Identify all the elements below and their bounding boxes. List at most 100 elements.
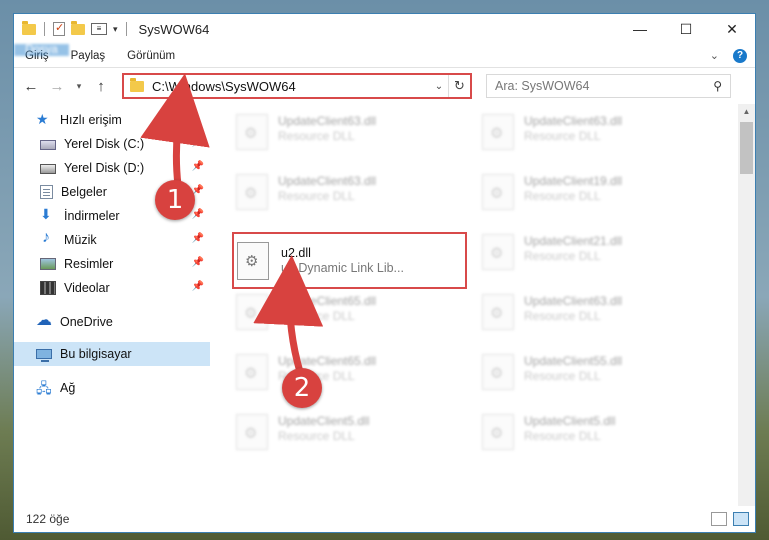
vertical-scrollbar[interactable]: ▲	[738, 104, 755, 506]
music-icon	[40, 229, 56, 247]
scroll-up-icon[interactable]: ▲	[738, 104, 755, 120]
file-name: UpdateClient65.dll	[278, 354, 377, 368]
list-item[interactable]: UpdateClient5.dll Resource DLL	[236, 414, 369, 450]
dll-file-icon	[236, 174, 268, 210]
dll-file-icon	[236, 114, 268, 150]
dll-file-icon	[482, 234, 514, 270]
tab-file[interactable]: Dosya	[14, 44, 69, 56]
explorer-window: ≡ ▾ SysWOW64 — ☐ ✕ Dosya Giriş Paylaş Gö…	[13, 13, 756, 533]
file-name: UpdateClient63.dll	[524, 114, 623, 128]
list-item[interactable]: UpdateClient63.dll Resource DLL	[236, 174, 376, 210]
ribbon-right: ⌄ ?	[710, 44, 755, 67]
help-icon[interactable]: ?	[733, 48, 747, 63]
file-type: Resource DLL	[524, 309, 601, 323]
list-item[interactable]: UpdateClient63.dll Resource DLL	[482, 294, 622, 330]
dll-file-icon	[236, 354, 268, 390]
file-name: UpdateClient55.dll	[524, 354, 623, 368]
videos-icon	[40, 281, 56, 295]
expand-ribbon-icon[interactable]: ⌄	[710, 49, 719, 62]
properties-check-icon[interactable]	[53, 21, 65, 36]
recent-locations-icon[interactable]: ▾	[72, 81, 86, 92]
sidebar-item-this-pc[interactable]: Bu bilgisayar	[14, 342, 210, 366]
pin-icon[interactable]: 📌	[192, 257, 204, 268]
pin-icon[interactable]: 📌	[192, 161, 204, 172]
list-item[interactable]: UpdateClient63.dll Resource DLL	[482, 114, 622, 150]
address-bar[interactable]: C:\Windows\SysWOW64 ⌄ ↻	[122, 73, 472, 99]
toolbar-separator	[44, 22, 45, 36]
sidebar-item-label: Resimler	[64, 257, 114, 271]
file-name: UpdateClient63.dll	[524, 294, 623, 308]
file-list: UpdateClient63.dll Resource DLL UpdateCl…	[210, 104, 755, 506]
network-icon	[36, 378, 52, 402]
file-type: Resource DLL	[524, 369, 601, 383]
list-item[interactable]: UpdateClient21.dll Resource DLL	[482, 234, 622, 270]
window-controls: — ☐ ✕	[617, 14, 755, 44]
sidebar-item-label: OneDrive	[60, 315, 113, 329]
pictures-icon	[40, 258, 56, 270]
file-type: Resource DLL	[524, 129, 601, 143]
refresh-icon[interactable]: ↻	[448, 75, 470, 97]
sidebar-item-label: İndirmeler	[64, 209, 120, 223]
quick-access-toolbar: ≡ ▾	[14, 20, 129, 36]
sidebar-item-local-disk-d[interactable]: Yerel Disk (D:) 📌	[14, 156, 210, 180]
title-bar: ≡ ▾ SysWOW64 — ☐ ✕	[14, 14, 755, 44]
sidebar-item-onedrive[interactable]: OneDrive	[14, 310, 210, 334]
large-icons-view-icon[interactable]	[733, 512, 749, 526]
file-name: UpdateClient21.dll	[524, 234, 623, 248]
pin-icon[interactable]: 📌	[192, 137, 204, 148]
new-folder-icon[interactable]	[71, 20, 85, 35]
file-type: Resource DLL	[278, 189, 355, 203]
close-button[interactable]: ✕	[709, 14, 755, 44]
sidebar-item-local-disk-c[interactable]: Yerel Disk (C:) 📌	[14, 132, 210, 156]
sidebar-item-videos[interactable]: Videolar 📌	[14, 276, 210, 300]
pin-icon[interactable]: 📌	[192, 209, 204, 220]
list-item[interactable]: UpdateClient55.dll Resource DLL	[482, 354, 622, 390]
highlighted-file-u2-dll[interactable]: u2.dll u2 Dynamic Link Lib...	[232, 232, 467, 289]
folder-icon	[130, 77, 144, 92]
sidebar-item-label: Belgeler	[61, 185, 107, 199]
list-item[interactable]: UpdateClient65.dll Resource DLL	[236, 294, 376, 330]
search-icon[interactable]: ⚲	[713, 79, 722, 93]
file-name: u2.dll	[281, 245, 311, 260]
scroll-thumb[interactable]	[740, 122, 753, 174]
sidebar-item-label: Yerel Disk (D:)	[64, 161, 145, 175]
sidebar-item-label: Müzik	[64, 233, 97, 247]
forward-arrow-icon[interactable]: →	[46, 78, 68, 95]
list-item[interactable]: UpdateClient5.dll Resource DLL	[482, 414, 615, 450]
sidebar-item-pictures[interactable]: Resimler 📌	[14, 252, 210, 276]
sidebar-item-music[interactable]: Müzik 📌	[14, 228, 210, 252]
star-icon	[36, 111, 52, 128]
dll-file-icon	[482, 294, 514, 330]
maximize-button[interactable]: ☐	[663, 14, 709, 44]
toolbar-separator	[125, 22, 127, 36]
minimize-button[interactable]: —	[617, 14, 663, 44]
sidebar-item-quick-access[interactable]: Hızlı erişim	[14, 108, 210, 132]
details-view-icon[interactable]	[711, 512, 727, 526]
documents-icon	[40, 185, 53, 199]
customize-icon[interactable]: ≡	[91, 23, 107, 35]
quick-access-dropdown-icon[interactable]: ▾	[113, 24, 118, 35]
dll-file-icon	[482, 114, 514, 150]
file-name: UpdateClient63.dll	[278, 174, 377, 188]
folder-icon	[22, 20, 36, 35]
pin-icon[interactable]: 📌	[192, 281, 204, 292]
search-input[interactable]: Ara: SysWOW64 ⚲	[486, 74, 731, 98]
computer-icon	[36, 349, 52, 362]
list-item[interactable]: UpdateClient19.dll Resource DLL	[482, 174, 622, 210]
dll-file-icon	[237, 241, 269, 280]
dll-file-icon	[482, 174, 514, 210]
up-arrow-icon[interactable]: ↑	[90, 78, 112, 95]
file-type: Resource DLL	[524, 189, 601, 203]
address-path[interactable]: C:\Windows\SysWOW64	[152, 79, 430, 94]
file-name: UpdateClient65.dll	[278, 294, 377, 308]
cloud-icon	[36, 310, 52, 330]
search-placeholder: Ara: SysWOW64	[495, 79, 590, 93]
sidebar-item-network[interactable]: Ağ	[14, 376, 210, 402]
file-type: Resource DLL	[278, 309, 355, 323]
explorer-body: Hızlı erişim Yerel Disk (C:) 📌 Yerel Dis…	[14, 104, 755, 506]
pin-icon[interactable]: 📌	[192, 233, 204, 244]
back-arrow-icon[interactable]: ←	[20, 78, 42, 95]
list-item[interactable]: UpdateClient63.dll Resource DLL	[236, 114, 376, 150]
tab-view[interactable]: Görünüm	[116, 44, 186, 67]
address-dropdown-icon[interactable]: ⌄	[430, 81, 448, 92]
